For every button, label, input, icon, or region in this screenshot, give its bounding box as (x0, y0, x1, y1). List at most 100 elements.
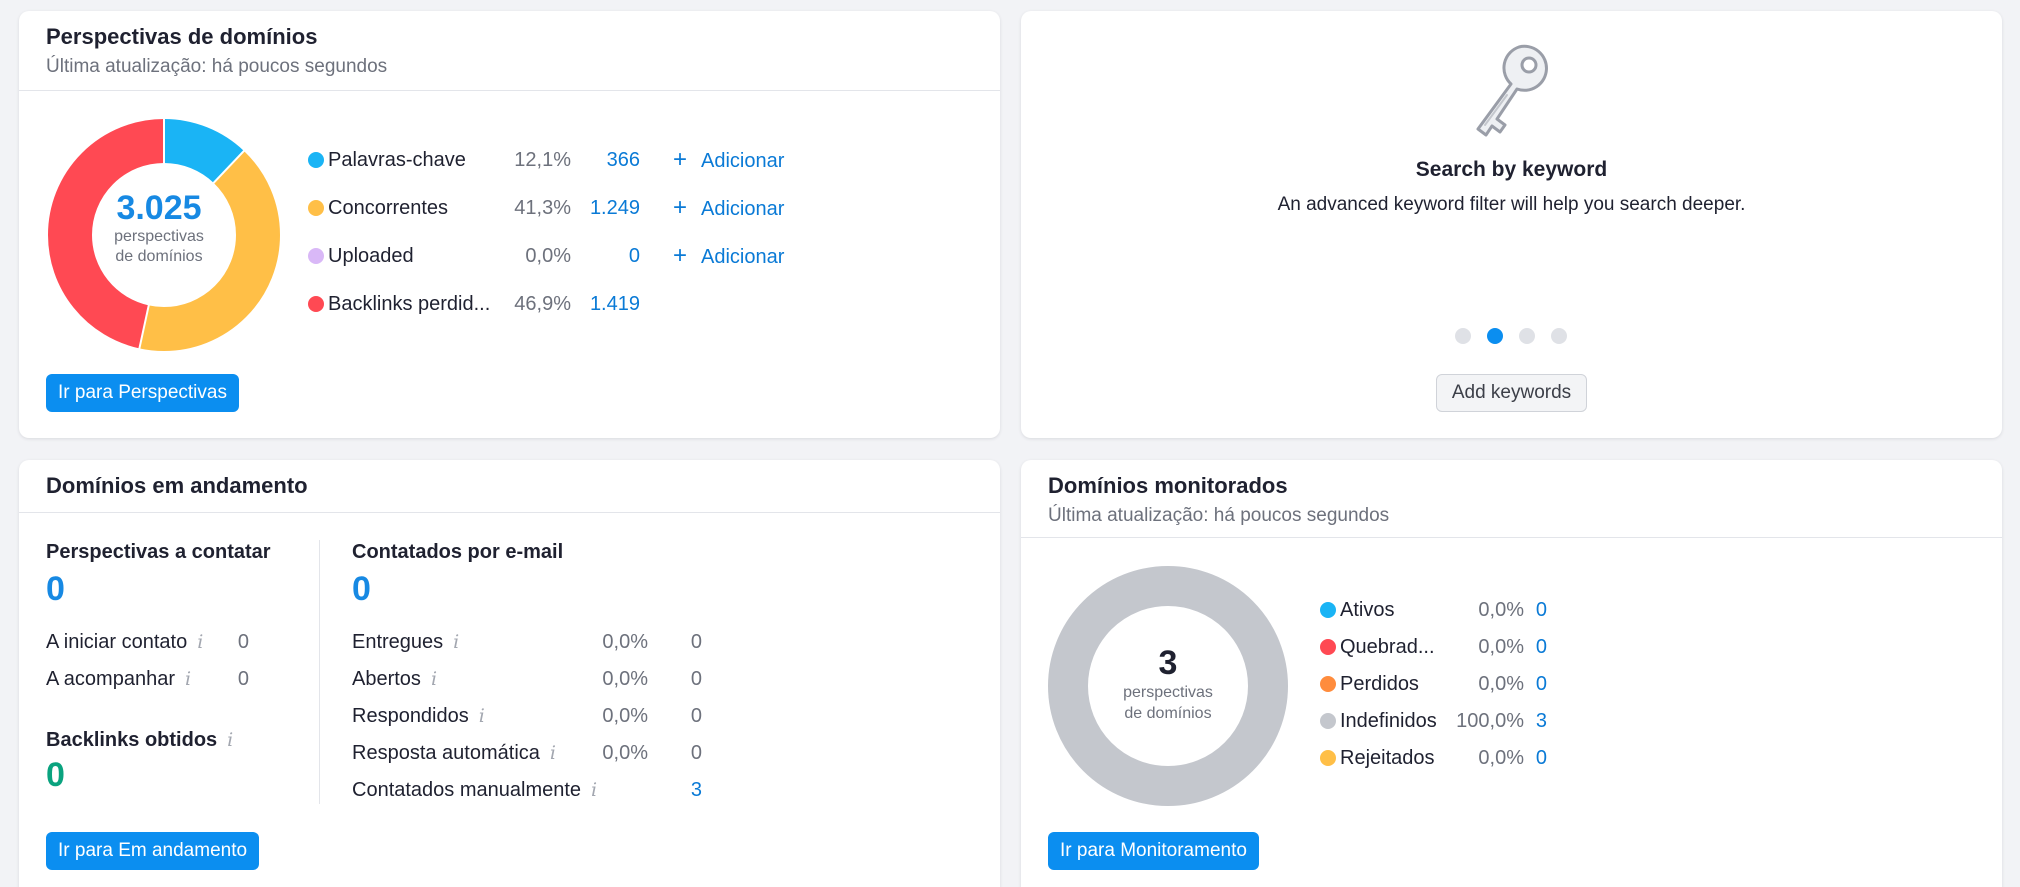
undefined-count[interactable]: 3 (1530, 706, 1547, 736)
carousel-dots (1455, 326, 1575, 346)
backlinks-obtained-value[interactable]: 0 (46, 756, 65, 795)
keywords-dot (308, 152, 324, 168)
start-contact-value: 0 (237, 631, 249, 653)
uploaded-pct: 0,0% (525, 245, 571, 267)
lost-dot (1320, 676, 1336, 692)
lost-label: Perdidos (1340, 673, 1419, 695)
start-contact-label: A iniciar contato (46, 631, 188, 653)
carousel-dot-3[interactable] (1519, 328, 1535, 344)
active-count[interactable]: 0 (1530, 595, 1547, 625)
delivered-value: 0 (690, 631, 702, 653)
follow-up-row: A acompanhar i 0 (46, 664, 266, 694)
active-pct: 0,0% (1478, 599, 1524, 621)
lost-backlinks-label: Backlinks perdid... (328, 293, 491, 315)
prospects-card-header: Perspectivas de domínios Última atualiza… (19, 11, 1000, 91)
to-contact-value[interactable]: 0 (46, 570, 65, 609)
broken-dot (1320, 639, 1336, 655)
info-icon[interactable]: i (185, 664, 191, 694)
delivered-pct: 0,0% (602, 631, 648, 653)
carousel-dot-2[interactable] (1487, 328, 1503, 344)
lost-backlinks-count[interactable]: 1.419 (578, 289, 640, 319)
add-keywords-button[interactable]: Add keywords (1436, 374, 1587, 412)
uploaded-label: Uploaded (328, 245, 414, 267)
prospects-row-keywords: Palavras-chave 12,1% 366 + Adicionar (308, 145, 828, 175)
undefined-dot (1320, 713, 1336, 729)
broken-label: Quebrad... (1340, 636, 1435, 658)
auto-reply-pct: 0,0% (602, 742, 648, 764)
go-to-monitoring-button[interactable]: Ir para Monitoramento (1048, 832, 1259, 870)
competitors-label: Concorrentes (328, 197, 449, 219)
keyword-promo-card: Search by keyword An advanced keyword fi… (1021, 11, 2002, 438)
keyword-promo-title: Search by keyword (1415, 158, 1608, 181)
auto-reply-row: Resposta automática i 0,0% 0 (352, 738, 732, 768)
broken-pct: 0,0% (1478, 636, 1524, 658)
lost-pct: 0,0% (1478, 673, 1524, 695)
emailed-value[interactable]: 0 (352, 570, 371, 609)
auto-reply-value: 0 (690, 742, 702, 764)
replied-value: 0 (690, 705, 702, 727)
prospects-row-uploaded: Uploaded 0,0% 0 + Adicionar (308, 241, 828, 271)
broken-count[interactable]: 0 (1530, 632, 1547, 662)
plus-icon: + (673, 242, 688, 269)
rejected-dot (1320, 750, 1336, 766)
monitored-row-lost: Perdidos 0,0% 0 (1320, 669, 1620, 699)
monitored-row-undefined: Indefinidos 100,0% 3 (1320, 706, 1620, 736)
rejected-count[interactable]: 0 (1530, 743, 1547, 773)
lost-backlinks-dot (308, 296, 324, 312)
prospects-row-competitors: Concorrentes 41,3% 1.249 + Adicionar (308, 193, 828, 223)
info-icon[interactable]: i (431, 664, 437, 694)
manual-contact-value[interactable]: 3 (652, 775, 702, 805)
prospects-row-lost-backlinks: Backlinks perdid... 46,9% 1.419 (308, 289, 828, 319)
competitors-add-label: Adicionar (701, 198, 785, 220)
keyword-promo-text: An advanced keyword filter will help you… (1277, 194, 1746, 215)
info-icon[interactable]: i (227, 729, 233, 751)
monitored-total: 3 perspectivas de domínios (1048, 644, 1288, 724)
replied-pct: 0,0% (602, 705, 648, 727)
carousel-dot-1[interactable] (1455, 328, 1471, 344)
lost-backlinks-pct: 46,9% (514, 293, 571, 315)
competitors-count[interactable]: 1.249 (578, 193, 640, 223)
prospects-title: Perspectivas de domínios (46, 24, 318, 49)
backlinks-obtained-label: Backlinks obtidos i (46, 729, 233, 752)
go-to-in-progress-button[interactable]: Ir para Em andamento (46, 832, 260, 870)
start-contact-row: A iniciar contato i 0 (46, 627, 266, 657)
manual-contact-row: Contatados manualmente i 3 (352, 775, 732, 805)
plus-icon: + (673, 146, 688, 173)
lost-count[interactable]: 0 (1530, 669, 1547, 699)
uploaded-count[interactable]: 0 (578, 241, 640, 271)
opened-value: 0 (690, 668, 702, 690)
prospects-total-label-2: de domínios (115, 248, 203, 265)
in-progress-card-header: Domínios em andamento (19, 460, 1000, 513)
keywords-add-button[interactable]: + Adicionar (673, 145, 784, 176)
monitored-row-active: Ativos 0,0% 0 (1320, 595, 1620, 625)
column-divider (319, 540, 320, 804)
replied-row: Respondidos i 0,0% 0 (352, 701, 732, 731)
monitored-total-label-2: de domínios (1124, 705, 1212, 722)
info-icon[interactable]: i (453, 627, 459, 657)
monitored-subtitle: Última atualização: há poucos segundos (1048, 505, 1390, 526)
competitors-add-button[interactable]: + Adicionar (673, 193, 784, 224)
info-icon[interactable]: i (550, 738, 556, 768)
monitored-title: Domínios monitorados (1048, 473, 1288, 498)
info-icon[interactable]: i (479, 701, 485, 731)
key-icon (1476, 44, 1548, 137)
uploaded-dot (308, 248, 324, 264)
carousel-dot-4[interactable] (1551, 328, 1567, 344)
keywords-pct: 12,1% (514, 149, 571, 171)
uploaded-add-button[interactable]: + Adicionar (673, 241, 784, 272)
monitored-card-header: Domínios monitorados Última atualização:… (1021, 460, 2002, 538)
plus-icon: + (673, 194, 688, 221)
monitored-row-broken: Quebrad... 0,0% 0 (1320, 632, 1620, 662)
auto-reply-label: Resposta automática (352, 742, 540, 764)
prospects-card: Perspectivas de domínios Última atualiza… (19, 11, 1000, 438)
go-to-prospects-button[interactable]: Ir para Perspectivas (46, 374, 239, 412)
prospects-subtitle: Última atualização: há poucos segundos (46, 56, 388, 77)
prospects-total: 3.025 perspectivas de domínios (44, 189, 274, 267)
opened-pct: 0,0% (602, 668, 648, 690)
monitored-card: Domínios monitorados Última atualização:… (1021, 460, 2002, 887)
opened-row: Abertos i 0,0% 0 (352, 664, 732, 694)
competitors-dot (308, 200, 324, 216)
uploaded-add-label: Adicionar (701, 246, 785, 268)
keywords-count[interactable]: 366 (578, 145, 640, 175)
info-icon[interactable]: i (591, 775, 597, 805)
